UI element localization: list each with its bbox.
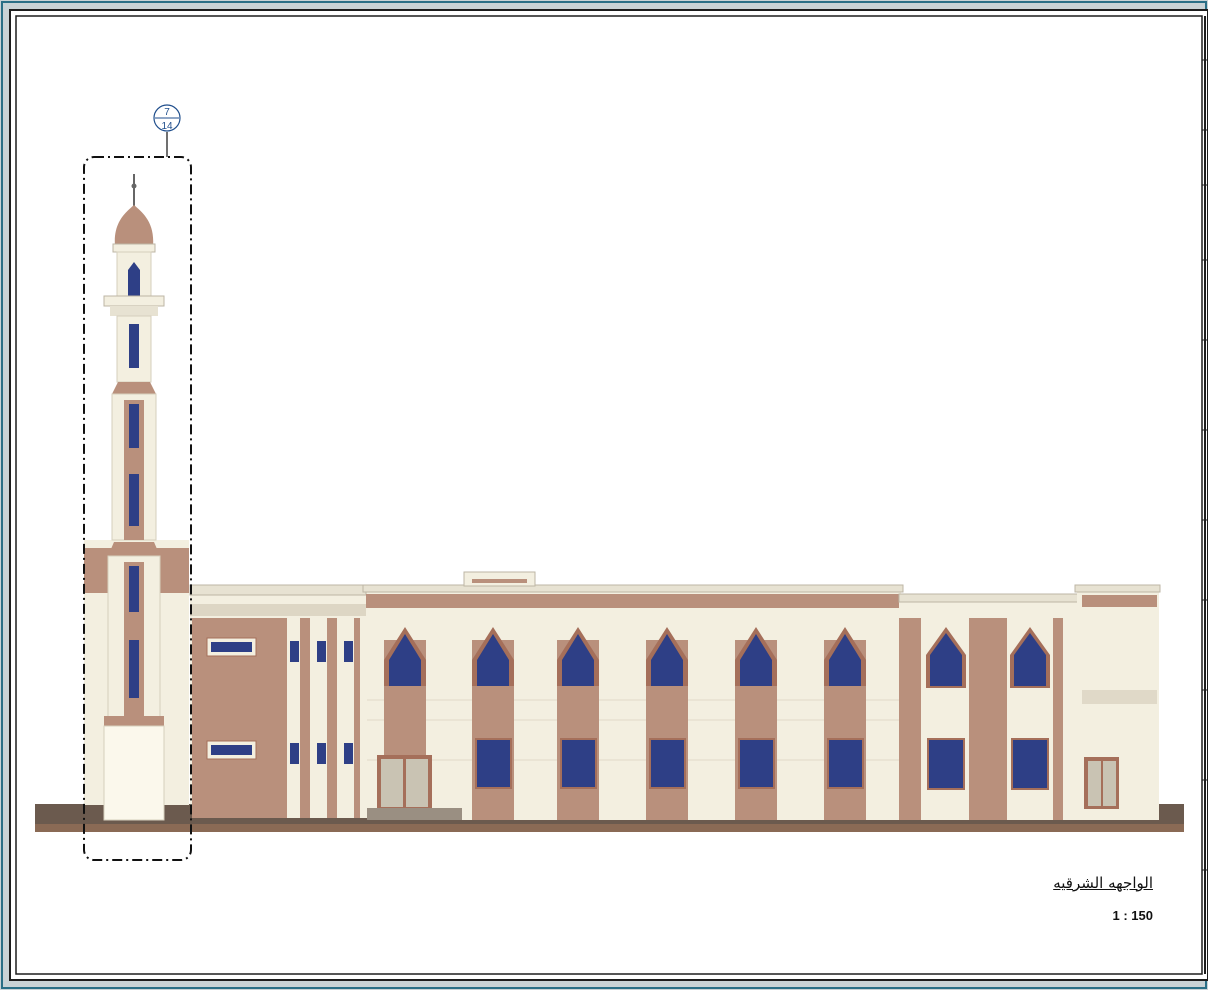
bay-2 [472,627,514,820]
ground-strip [35,824,1184,832]
bay-4 [646,627,688,820]
drawing-title: الواجهه الشرقيه [1053,874,1153,892]
bay-3 [557,627,599,820]
elevation-sheet: 7 14 [1,1,1208,989]
detail-callout[interactable]: 7 14 [153,104,181,132]
paper-frame [9,9,1208,981]
right-wing [898,584,1161,820]
callout-detail-number: 7 [164,107,170,118]
bay-5 [735,627,777,820]
drawing-scale: 1 : 150 [1112,908,1153,923]
callout-sheet-number: 14 [161,121,173,132]
bay-6 [824,627,866,820]
prayer-hall [362,571,904,820]
